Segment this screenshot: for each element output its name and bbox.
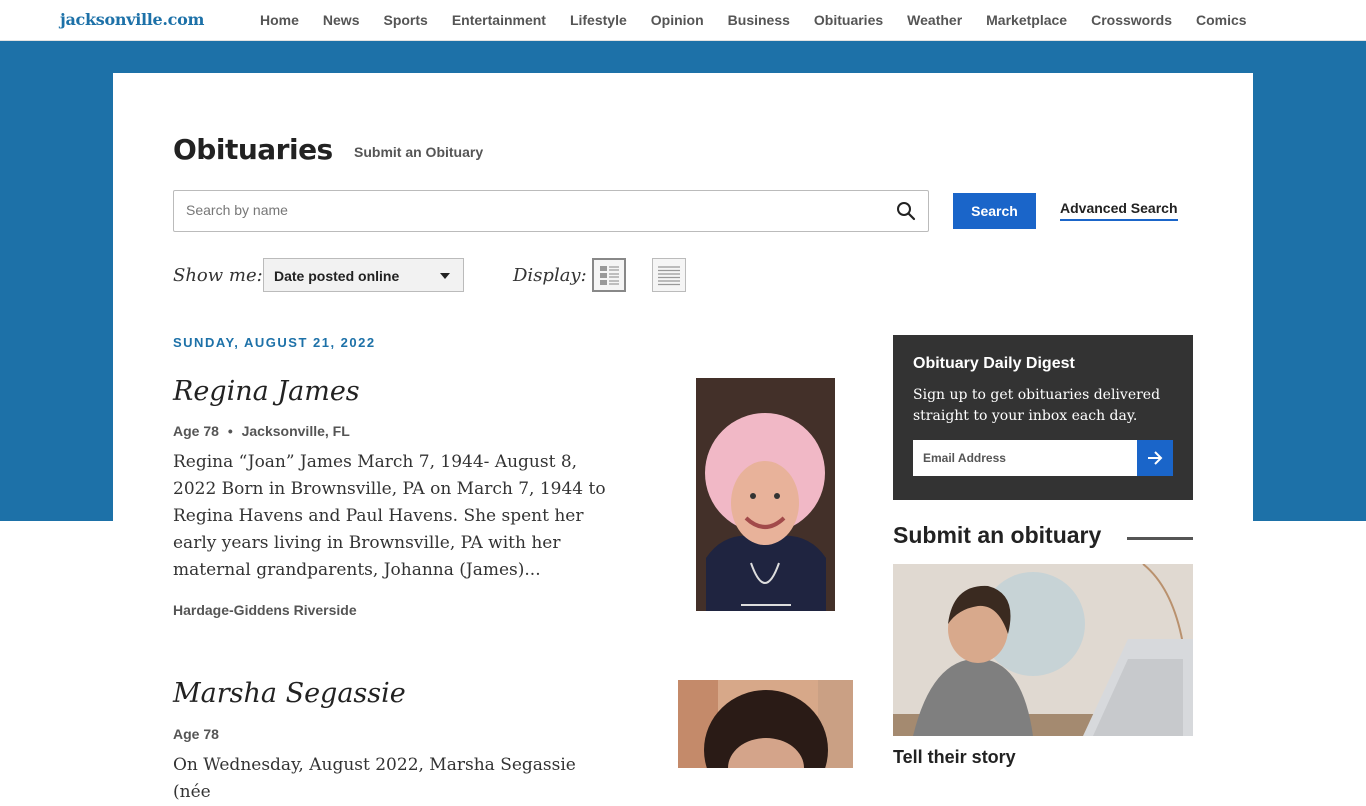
- obituary-excerpt: Regina “Joan” James March 7, 1944- Augus…: [173, 452, 606, 580]
- obituary-age: Age 78: [173, 726, 219, 742]
- advanced-search-link[interactable]: Advanced Search: [1060, 200, 1178, 221]
- subscribe-button[interactable]: [1137, 440, 1173, 476]
- heading-rule: [1127, 537, 1193, 540]
- obituary-name[interactable]: Marsha Segassie: [173, 678, 406, 709]
- obituary-age: Age 78: [173, 423, 219, 439]
- obituary-photo[interactable]: [696, 378, 835, 611]
- chevron-down-icon: [440, 273, 450, 279]
- list-with-photos-view-button[interactable]: [592, 258, 626, 292]
- submit-obituary-link[interactable]: Submit an Obituary: [354, 144, 483, 160]
- show-me-label: Show me:: [173, 265, 263, 286]
- obituary-excerpt: On Wednesday, August 2022, Marsha Segass…: [173, 755, 576, 802]
- nav-weather[interactable]: Weather: [895, 12, 974, 28]
- obituary-photo[interactable]: [678, 680, 853, 768]
- nav-home[interactable]: Home: [248, 12, 311, 28]
- sort-select-value: Date posted online: [274, 268, 400, 284]
- search-input[interactable]: [174, 191, 878, 229]
- submit-obituary-image[interactable]: [893, 564, 1193, 736]
- arrow-right-icon: [1148, 451, 1163, 465]
- nav-business[interactable]: Business: [716, 12, 802, 28]
- page-title: Obituaries: [173, 133, 333, 166]
- daily-digest-signup: Obituary Daily Digest Sign up to get obi…: [893, 335, 1193, 500]
- list-photos-icon: [600, 266, 619, 285]
- nav-sports[interactable]: Sports: [371, 12, 439, 28]
- nav-news[interactable]: News: [311, 12, 372, 28]
- main-menu: Home News Sports Entertainment Lifestyle…: [248, 0, 1259, 40]
- search-button[interactable]: Search: [953, 193, 1036, 229]
- display-label: Display:: [513, 265, 587, 286]
- obituary-location: Jacksonville, FL: [241, 423, 350, 439]
- nav-obituaries[interactable]: Obituaries: [802, 12, 895, 28]
- site-logo[interactable]: jacksonville.com: [60, 10, 204, 29]
- email-field[interactable]: [913, 440, 1137, 476]
- list-view-button[interactable]: [652, 258, 686, 292]
- sort-select[interactable]: Date posted online: [263, 258, 464, 292]
- search-icon[interactable]: [896, 201, 916, 221]
- nav-lifestyle[interactable]: Lifestyle: [558, 12, 639, 28]
- obituary-name[interactable]: Regina James: [173, 376, 360, 407]
- search-box: [173, 190, 929, 232]
- funeral-home[interactable]: Hardage-Giddens Riverside: [173, 602, 357, 618]
- top-nav: jacksonville.com Home News Sports Entert…: [0, 0, 1366, 41]
- bullet-separator: •: [227, 423, 233, 439]
- nav-opinion[interactable]: Opinion: [639, 12, 716, 28]
- obituary-meta: Age 78 • Jacksonville, FL: [173, 423, 350, 439]
- nav-crosswords[interactable]: Crosswords: [1079, 12, 1184, 28]
- nav-entertainment[interactable]: Entertainment: [440, 12, 558, 28]
- date-header: SUNDAY, AUGUST 21, 2022: [173, 335, 376, 350]
- nav-marketplace[interactable]: Marketplace: [974, 12, 1079, 28]
- list-icon: [658, 266, 680, 286]
- submit-obituary-heading: Submit an obituary: [893, 522, 1102, 548]
- digest-title: Obituary Daily Digest: [913, 355, 1075, 372]
- nav-comics[interactable]: Comics: [1184, 12, 1259, 28]
- tell-their-story-link[interactable]: Tell their story: [893, 747, 1016, 768]
- digest-description: Sign up to get obituaries delivered stra…: [913, 387, 1161, 424]
